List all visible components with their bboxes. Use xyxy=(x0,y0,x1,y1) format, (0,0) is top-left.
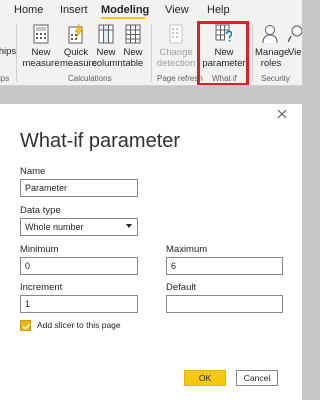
person-icon xyxy=(262,25,278,44)
calculator-icon xyxy=(33,24,49,44)
group-separator xyxy=(252,24,253,82)
data-type-select[interactable]: Whole number xyxy=(20,218,138,236)
new-column-button[interactable]: New column xyxy=(92,24,123,69)
group-separator xyxy=(151,24,152,82)
tab-modeling[interactable]: Modeling xyxy=(101,4,149,16)
minimum-field[interactable]: 0 xyxy=(20,257,138,275)
group-label-relationships: ips xyxy=(0,74,10,83)
group-label-page-refresh: Page refresh xyxy=(157,74,203,83)
new-table-button[interactable]: New table xyxy=(120,24,146,69)
increment-field[interactable]: 1 xyxy=(20,295,138,313)
manage-roles-button[interactable]: Manage roles xyxy=(255,24,290,69)
cancel-button[interactable]: Cancel xyxy=(236,370,278,386)
data-type-value: Whole number xyxy=(25,222,84,232)
data-type-label: Data type xyxy=(20,205,61,216)
tab-help[interactable]: Help xyxy=(207,4,230,16)
report-canvas-background xyxy=(0,86,302,104)
active-tab-indicator xyxy=(101,17,145,19)
highlight-box xyxy=(197,21,249,85)
name-label: Name xyxy=(20,166,46,177)
manage-roles-label: Manage roles xyxy=(255,47,290,69)
ribbon: Home Insert Modeling View Help ships ips… xyxy=(0,0,302,86)
maximum-field[interactable]: 6 xyxy=(166,257,283,275)
default-label: Default xyxy=(166,282,197,293)
add-slicer-label[interactable]: Add slicer to this page xyxy=(37,320,121,330)
what-if-parameter-dialog: What-if parameter Name Parameter Data ty… xyxy=(0,104,302,400)
change-detection-button[interactable]: Change detection xyxy=(156,24,196,69)
manage-relationships-label: ships xyxy=(0,46,17,57)
checkmark-icon xyxy=(22,323,31,330)
add-slicer-checkbox[interactable] xyxy=(20,320,31,331)
tab-home[interactable]: Home xyxy=(14,4,43,16)
ok-button[interactable]: OK xyxy=(184,370,226,386)
new-measure-label: New measure xyxy=(22,47,60,69)
new-table-icon xyxy=(125,24,141,44)
view-as-label: Vie as xyxy=(288,47,302,58)
group-label-security: Security xyxy=(261,74,290,83)
minimum-label: Minimum xyxy=(20,244,59,255)
name-field[interactable]: Parameter xyxy=(20,179,138,197)
new-table-label: New table xyxy=(122,47,144,69)
tab-insert[interactable]: Insert xyxy=(60,4,88,16)
quick-measure-button[interactable]: Quick measure xyxy=(60,24,97,69)
new-column-icon xyxy=(98,24,114,44)
group-separator xyxy=(16,24,17,82)
new-measure-button[interactable]: New measure xyxy=(22,24,60,69)
dialog-title: What-if parameter xyxy=(20,130,181,152)
view-as-icon xyxy=(288,25,302,43)
chevron-down-icon xyxy=(126,224,132,228)
maximum-label: Maximum xyxy=(166,244,208,255)
quick-measure-icon xyxy=(68,24,84,44)
default-field[interactable] xyxy=(166,295,283,313)
manage-relationships-button[interactable]: ships xyxy=(0,46,17,57)
new-column-label: New column xyxy=(92,47,123,69)
tab-view[interactable]: View xyxy=(165,4,189,16)
group-label-calculations: Calculations xyxy=(68,74,112,83)
change-detection-label: Change detection xyxy=(156,47,196,69)
view-as-button[interactable]: Vie as xyxy=(288,24,302,58)
increment-label: Increment xyxy=(20,282,63,293)
close-icon[interactable] xyxy=(276,108,288,120)
change-detection-icon xyxy=(169,24,183,44)
